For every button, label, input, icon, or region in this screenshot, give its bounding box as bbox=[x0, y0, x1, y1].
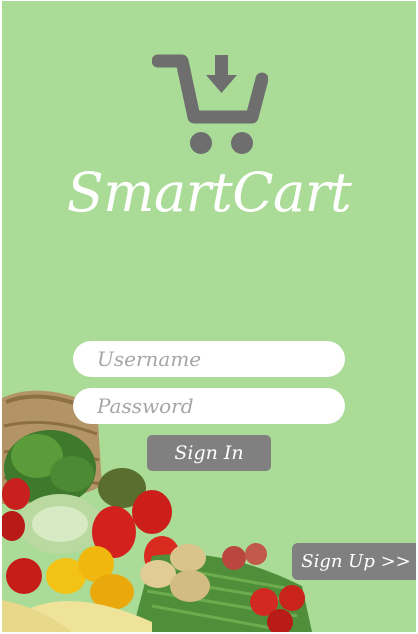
username-input[interactable] bbox=[73, 341, 345, 377]
sign-up-button[interactable]: Sign Up >> bbox=[292, 543, 416, 580]
login-screen: SmartCart Username Sign In Sign Up >> bbox=[2, 1, 416, 632]
sign-in-button[interactable]: Sign In bbox=[147, 435, 271, 471]
password-input[interactable] bbox=[73, 388, 345, 424]
cart-download-icon bbox=[152, 54, 268, 154]
app-title: SmartCart bbox=[66, 161, 352, 224]
